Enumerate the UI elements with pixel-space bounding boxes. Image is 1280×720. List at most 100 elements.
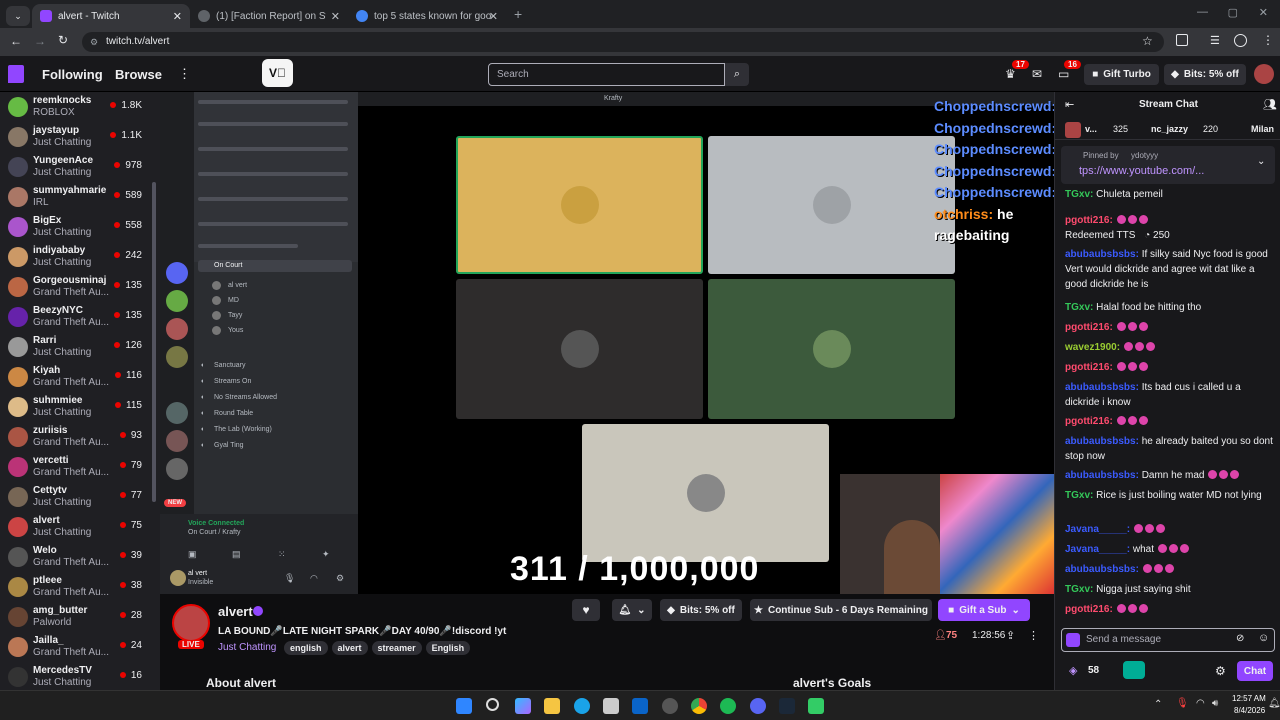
tab-faction-report[interactable]: (1) [Faction Report] on Stewartt ✕ [190,4,348,28]
edge-icon[interactable] [574,698,590,714]
chat-username[interactable]: TGxv: [1065,302,1093,313]
gift-turbo-button[interactable]: ■ Gift Turbo [1084,64,1159,85]
sidebar-channel[interactable]: Kiyah Grand Theft Au... 116 [0,362,160,392]
collapse-chat-icon[interactable]: ⇤ [1065,98,1074,111]
profile-icon[interactable] [1234,34,1247,47]
chrome-icon[interactable] [691,698,707,714]
voice-member[interactable]: Tayy [212,310,332,322]
chat-message[interactable]: pgotti216: [1065,360,1277,375]
discord-avatar[interactable] [170,570,186,586]
window-close-icon[interactable]: ✕ [1259,6,1268,19]
chat-message[interactable]: abubaubsbsbs: If silky said Nyc food is … [1065,247,1277,292]
voice-member[interactable]: al vert [212,280,332,292]
tray-chevron-icon[interactable]: ⌃ [1154,699,1162,710]
app-icon[interactable] [662,698,678,714]
following-link[interactable]: Following [42,67,103,82]
category-link[interactable]: Just Chatting [218,642,276,653]
forward-arrow-icon[interactable]: → [34,34,46,48]
voice-member[interactable]: Yous [212,325,332,337]
chat-message[interactable]: TGxv: Chuleta pemeil [1065,187,1277,202]
sidebar-channel[interactable]: Jailla_ Grand Theft Au... 24 [0,632,160,662]
chat-username[interactable]: abubaubsbsbs: [1065,564,1139,575]
bits-button[interactable]: ◆ Bits: 5% off [660,599,742,621]
settings-gear-icon[interactable]: ⚙ [336,573,344,584]
voice-channel[interactable]: ◖ Sanctuary [200,360,350,372]
server-icon[interactable] [166,402,188,424]
screen-share-icon[interactable]: ▤ [232,549,241,560]
tab-twitch[interactable]: alvert - Twitch ✕ [32,4,190,28]
sidebar-channel[interactable]: jaystayup Just Chatting 1.1K [0,122,160,152]
sidebar-channel[interactable]: YungeenAce Just Chatting 978 [0,152,160,182]
chrome-menu-icon[interactable]: ⋮ [1262,33,1274,47]
emote-picker-icon[interactable]: ☺ [1258,632,1269,644]
sidebar-channel[interactable]: MercedesTV Just Chatting 16 [0,662,160,690]
sidebar-channel[interactable]: vercetti Grand Theft Au... 79 [0,452,160,482]
copilot-icon[interactable] [515,698,531,714]
tag[interactable]: streamer [371,641,422,655]
streamer-avatar[interactable] [172,604,210,642]
browse-link[interactable]: Browse [115,67,162,82]
activities-icon[interactable]: ⁙ [278,549,286,560]
bonus-claim-icon[interactable] [1123,661,1145,679]
video-tile[interactable] [456,136,703,274]
chat-message[interactable]: abubaubsbsbs: Damn he mad [1065,468,1277,483]
streamer-name[interactable]: alvert [218,604,253,619]
chat-username[interactable]: wavez1900: [1065,342,1120,353]
site-info-icon[interactable]: ⚙ [90,32,98,52]
chat-username[interactable]: TGxv: [1065,490,1093,501]
back-arrow-icon[interactable]: ← [10,34,22,48]
sidebar-channel[interactable]: Welo Grand Theft Au... 39 [0,542,160,572]
chat-username[interactable]: abubaubsbsbs: [1065,382,1139,393]
tab-list-icon[interactable]: ☰ [1210,34,1220,47]
url-field[interactable]: ⚙ twitch.tv/alvert [82,32,1164,52]
spotify-icon[interactable] [720,698,736,714]
headphones-icon[interactable]: ◠ [310,573,318,584]
twitch-logo-icon[interactable] [8,65,24,83]
whispers-icon[interactable]: ▭ [1058,67,1069,81]
gift-sub-button[interactable]: ■ Gift a Sub ⌄ [938,599,1030,621]
discord-icon[interactable] [750,698,766,714]
share-icon[interactable]: ⇪ [1006,629,1015,642]
video-tile[interactable] [708,136,955,274]
notes-icon[interactable] [808,698,824,714]
chat-message[interactable]: abubaubsbsbs: [1065,562,1277,577]
mic-tray-icon[interactable]: 🎙 [1176,698,1189,709]
voice-channel-on-court[interactable]: On Court [198,260,352,272]
windows-start-icon[interactable] [456,698,472,714]
chat-input[interactable]: Send a message ⊘ ☺ [1061,628,1275,652]
chat-username[interactable]: TGxv: [1065,189,1093,200]
chat-username[interactable]: abubaubsbsbs: [1065,470,1139,481]
search-icon[interactable] [486,698,499,711]
chat-send-button[interactable]: Chat [1237,661,1273,681]
prime-crown-icon[interactable]: ♛ [1005,67,1016,81]
minimize-icon[interactable]: — [1197,6,1208,18]
chat-username[interactable]: abubaubsbsbs: [1065,249,1139,260]
voice-channel[interactable]: ◖ Gyal Ting [200,440,350,452]
maximize-icon[interactable]: ▢ [1228,6,1238,19]
tab-google[interactable]: top 5 states known for good p ✕ [348,4,506,28]
sidebar-channel[interactable]: ptleee Grand Theft Au... 38 [0,572,160,602]
close-tab-icon[interactable]: ✕ [173,10,182,23]
sidebar-channel[interactable]: Gorgeousminaj Grand Theft Au... 135 [0,272,160,302]
video-tile[interactable] [582,424,829,562]
extensions-icon[interactable] [1176,34,1188,46]
chat-message[interactable]: abubaubsbsbs: Its bad cus i called u a d… [1065,380,1277,410]
volume-icon[interactable]: 🔊︎ [1212,698,1218,709]
clock-time[interactable]: 12:57 AM [1232,694,1266,703]
sidebar-channel[interactable]: Rarri Just Chatting 126 [0,332,160,362]
video-tile[interactable] [456,279,703,419]
users-icon[interactable]: 👥︎ [1263,98,1277,111]
tab-search-button[interactable]: ⌄ [6,6,30,26]
bits-cheer-icon[interactable] [1066,633,1080,647]
voice-member[interactable]: MD [212,295,332,307]
chat-message[interactable]: pgotti216: [1065,414,1277,429]
chevron-down-icon[interactable]: ⌄ [1257,156,1265,167]
wifi-icon[interactable]: ◠ [1196,698,1205,709]
tag[interactable]: English [425,641,471,655]
sidebar-channel[interactable]: zuriisis Grand Theft Au... 93 [0,422,160,452]
chat-message[interactable]: pgotti216: [1065,213,1277,228]
sidebar-channel[interactable]: summyahmarie IRL 589 [0,182,160,212]
notifications-button[interactable]: 🔔︎ ⌄ [612,599,652,621]
sidebar-channel[interactable]: BigEx Just Chatting 558 [0,212,160,242]
chat-message[interactable]: TGxv: Rice is just boiling water MD not … [1065,488,1277,503]
